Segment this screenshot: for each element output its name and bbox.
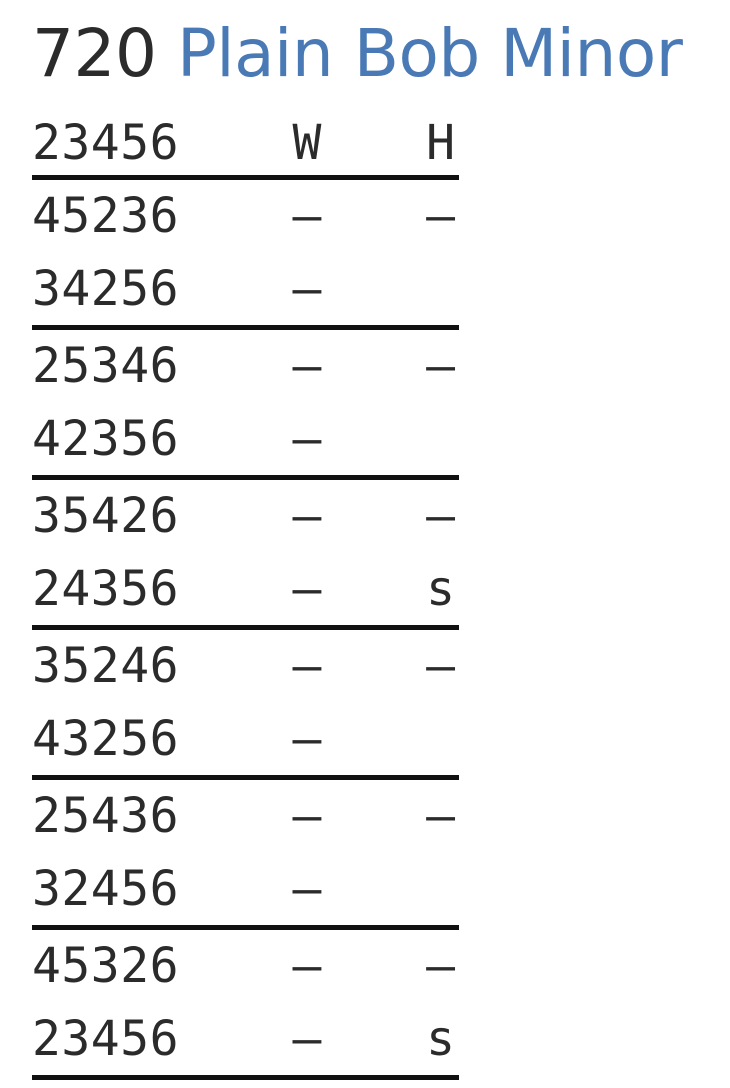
row-h-call: – (426, 938, 455, 995)
header-change: 23456 (32, 114, 179, 171)
row-w-call: – (292, 560, 322, 617)
header-w: W (292, 114, 322, 171)
composition-block: 25436 – – 32456 – (32, 780, 459, 930)
composition-header-row: 23456 W H (32, 110, 459, 180)
row-change: 45326 (32, 938, 179, 995)
header-h: H (426, 114, 455, 171)
row-w-call: – (292, 638, 322, 695)
page-title: 720 Plain Bob Minor (32, 12, 683, 96)
row-change: 35246 (32, 638, 179, 695)
composition-row: 25436 – – (32, 780, 459, 852)
row-h-call: s (426, 560, 455, 617)
row-h-call: – (426, 788, 455, 845)
row-change: 25436 (32, 788, 179, 845)
peal-count: 720 (32, 15, 157, 92)
row-change: 23456 (32, 1010, 179, 1067)
composition-row: 25346 – – (32, 330, 459, 402)
composition-row: 43256 – (32, 703, 459, 775)
row-h-call: s (426, 1010, 455, 1067)
row-w-call: – (292, 338, 322, 395)
composition-block: 35246 – – 43256 – (32, 630, 459, 780)
row-h-call: – (426, 338, 455, 395)
composition-row: 34256 – (32, 253, 459, 325)
row-w-call: – (292, 710, 322, 767)
row-w-call: – (292, 860, 322, 917)
composition-row: 35246 – – (32, 630, 459, 702)
row-w-call: – (292, 1010, 322, 1067)
composition-row: 23456 – s (32, 1003, 459, 1075)
row-w-call: – (292, 938, 322, 995)
method-link[interactable]: Plain Bob Minor (177, 15, 683, 92)
row-change: 24356 (32, 560, 179, 617)
composition-block: 35426 – – 24356 – s (32, 480, 459, 630)
row-change: 32456 (32, 860, 179, 917)
row-h-call: – (426, 188, 455, 245)
composition-table: 23456 W H 45236 – – 34256 – 25346 – – 42… (32, 110, 459, 1080)
composition-block: 25346 – – 42356 – (32, 330, 459, 480)
composition-row: 32456 – (32, 853, 459, 925)
row-w-call: – (292, 788, 322, 845)
row-change: 25346 (32, 338, 179, 395)
composition-row: 42356 – (32, 403, 459, 475)
composition-row: 35426 – – (32, 480, 459, 552)
composition-row: 45326 – – (32, 930, 459, 1002)
composition-row: 45236 – – (32, 180, 459, 252)
row-h-call: – (426, 488, 455, 545)
row-w-call: – (292, 260, 322, 317)
row-change: 42356 (32, 410, 179, 467)
row-change: 34256 (32, 260, 179, 317)
row-change: 45236 (32, 188, 179, 245)
row-change: 43256 (32, 710, 179, 767)
row-change: 35426 (32, 488, 179, 545)
composition-block: 45236 – – 34256 – (32, 180, 459, 330)
row-w-call: – (292, 410, 322, 467)
composition-block: 45326 – – 23456 – s (32, 930, 459, 1080)
row-w-call: – (292, 188, 322, 245)
row-h-call: – (426, 638, 455, 695)
composition-row: 24356 – s (32, 553, 459, 625)
row-w-call: – (292, 488, 322, 545)
